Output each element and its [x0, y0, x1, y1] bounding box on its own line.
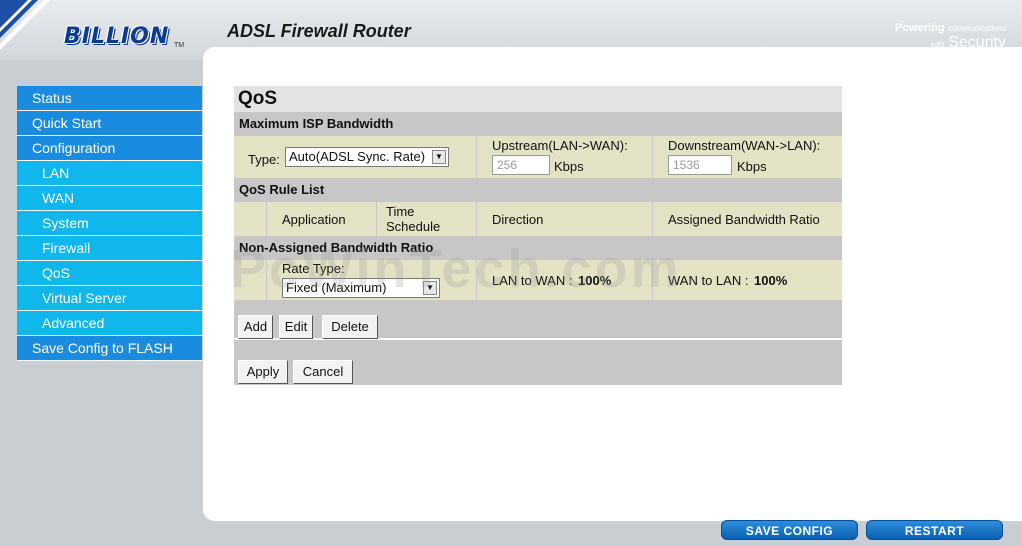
rate-type-label: Rate Type: — [282, 261, 345, 276]
cancel-button[interactable]: Cancel — [293, 360, 353, 384]
qos-panel: QoS Maximum ISP Bandwidth Type: Auto(ADS… — [234, 86, 842, 385]
upstream-unit: Kbps — [554, 159, 584, 174]
billion-logo: BILLION — [64, 24, 170, 49]
downstream-label: Downstream(WAN->LAN): — [668, 138, 821, 153]
edit-button[interactable]: Edit — [279, 315, 313, 339]
add-button[interactable]: Add — [238, 315, 273, 339]
sidebar-item-system[interactable]: System — [17, 211, 202, 236]
tagline-powering: Powering — [895, 22, 945, 34]
column-time-schedule: Time Schedule — [386, 204, 441, 234]
upstream-label: Upstream(LAN->WAN): — [492, 138, 628, 153]
chevron-down-icon: ▼ — [432, 150, 446, 164]
save-config-button[interactable]: SAVE CONFIG — [721, 520, 858, 540]
app-title: ADSL Firewall Router — [227, 21, 411, 41]
type-select-value: Auto(ADSL Sync. Rate) — [289, 149, 426, 164]
page-title: QoS — [234, 86, 842, 112]
sidebar-item-advanced[interactable]: Advanced — [17, 311, 202, 336]
corner-stripe-decoration — [0, 0, 50, 50]
logo-trademark: TM — [174, 42, 185, 49]
column-application: Application — [282, 212, 346, 227]
non-assigned-row: Rate Type: Fixed (Maximum) ▼ LAN to WAN … — [234, 260, 842, 300]
lan-to-wan-label: LAN to WAN : — [492, 273, 573, 288]
downstream-unit: Kbps — [737, 159, 767, 174]
delete-button[interactable]: Delete — [322, 315, 378, 339]
sidebar-item-virtual-server[interactable]: Virtual Server — [17, 286, 202, 311]
apply-button[interactable]: Apply — [238, 360, 288, 384]
downstream-input[interactable]: 1536 — [668, 155, 732, 175]
wan-to-lan-label: WAN to LAN : — [668, 273, 749, 288]
tagline-communications: communications — [948, 24, 1006, 33]
restart-button[interactable]: RESTART — [866, 520, 1003, 540]
sidebar-item-configuration[interactable]: Configuration — [17, 136, 202, 161]
upstream-input[interactable]: 256 — [492, 155, 550, 175]
form-actions-row: Apply Cancel — [234, 340, 842, 385]
rate-type-select[interactable]: Fixed (Maximum) ▼ — [282, 278, 440, 298]
lan-to-wan-value: 100% — [578, 273, 612, 288]
wan-to-lan-value: 100% — [754, 273, 788, 288]
type-select[interactable]: Auto(ADSL Sync. Rate) ▼ — [285, 147, 449, 167]
max-bandwidth-heading: Maximum ISP Bandwidth — [234, 112, 842, 136]
column-direction: Direction — [492, 212, 544, 227]
column-assigned-bandwidth-ratio: Assigned Bandwidth Ratio — [668, 212, 820, 227]
sidebar-item-quick-start[interactable]: Quick Start — [17, 111, 202, 136]
type-label: Type: — [248, 152, 280, 167]
chevron-down-icon: ▼ — [423, 281, 437, 295]
rule-list-heading: QoS Rule List — [234, 178, 842, 202]
sidebar-item-lan[interactable]: LAN — [17, 161, 202, 186]
bandwidth-row: Type: Auto(ADSL Sync. Rate) ▼ Upstream(L… — [234, 136, 842, 178]
sidebar-item-status[interactable]: Status — [17, 86, 202, 111]
sidebar-item-firewall[interactable]: Firewall — [17, 236, 202, 261]
rate-type-select-value: Fixed (Maximum) — [286, 280, 387, 295]
rule-list-header: Application Time Schedule Direction Assi… — [234, 202, 842, 236]
sidebar-nav: Status Quick Start Configuration LAN WAN… — [17, 86, 202, 361]
non-assigned-heading: Non-Assigned Bandwidth Ratio — [234, 236, 842, 260]
rule-actions-row: Add Edit Delete — [234, 300, 842, 340]
sidebar-item-wan[interactable]: WAN — [17, 186, 202, 211]
sidebar-item-save-config[interactable]: Save Config to FLASH — [17, 336, 202, 361]
sidebar-item-qos[interactable]: QoS — [17, 261, 202, 286]
